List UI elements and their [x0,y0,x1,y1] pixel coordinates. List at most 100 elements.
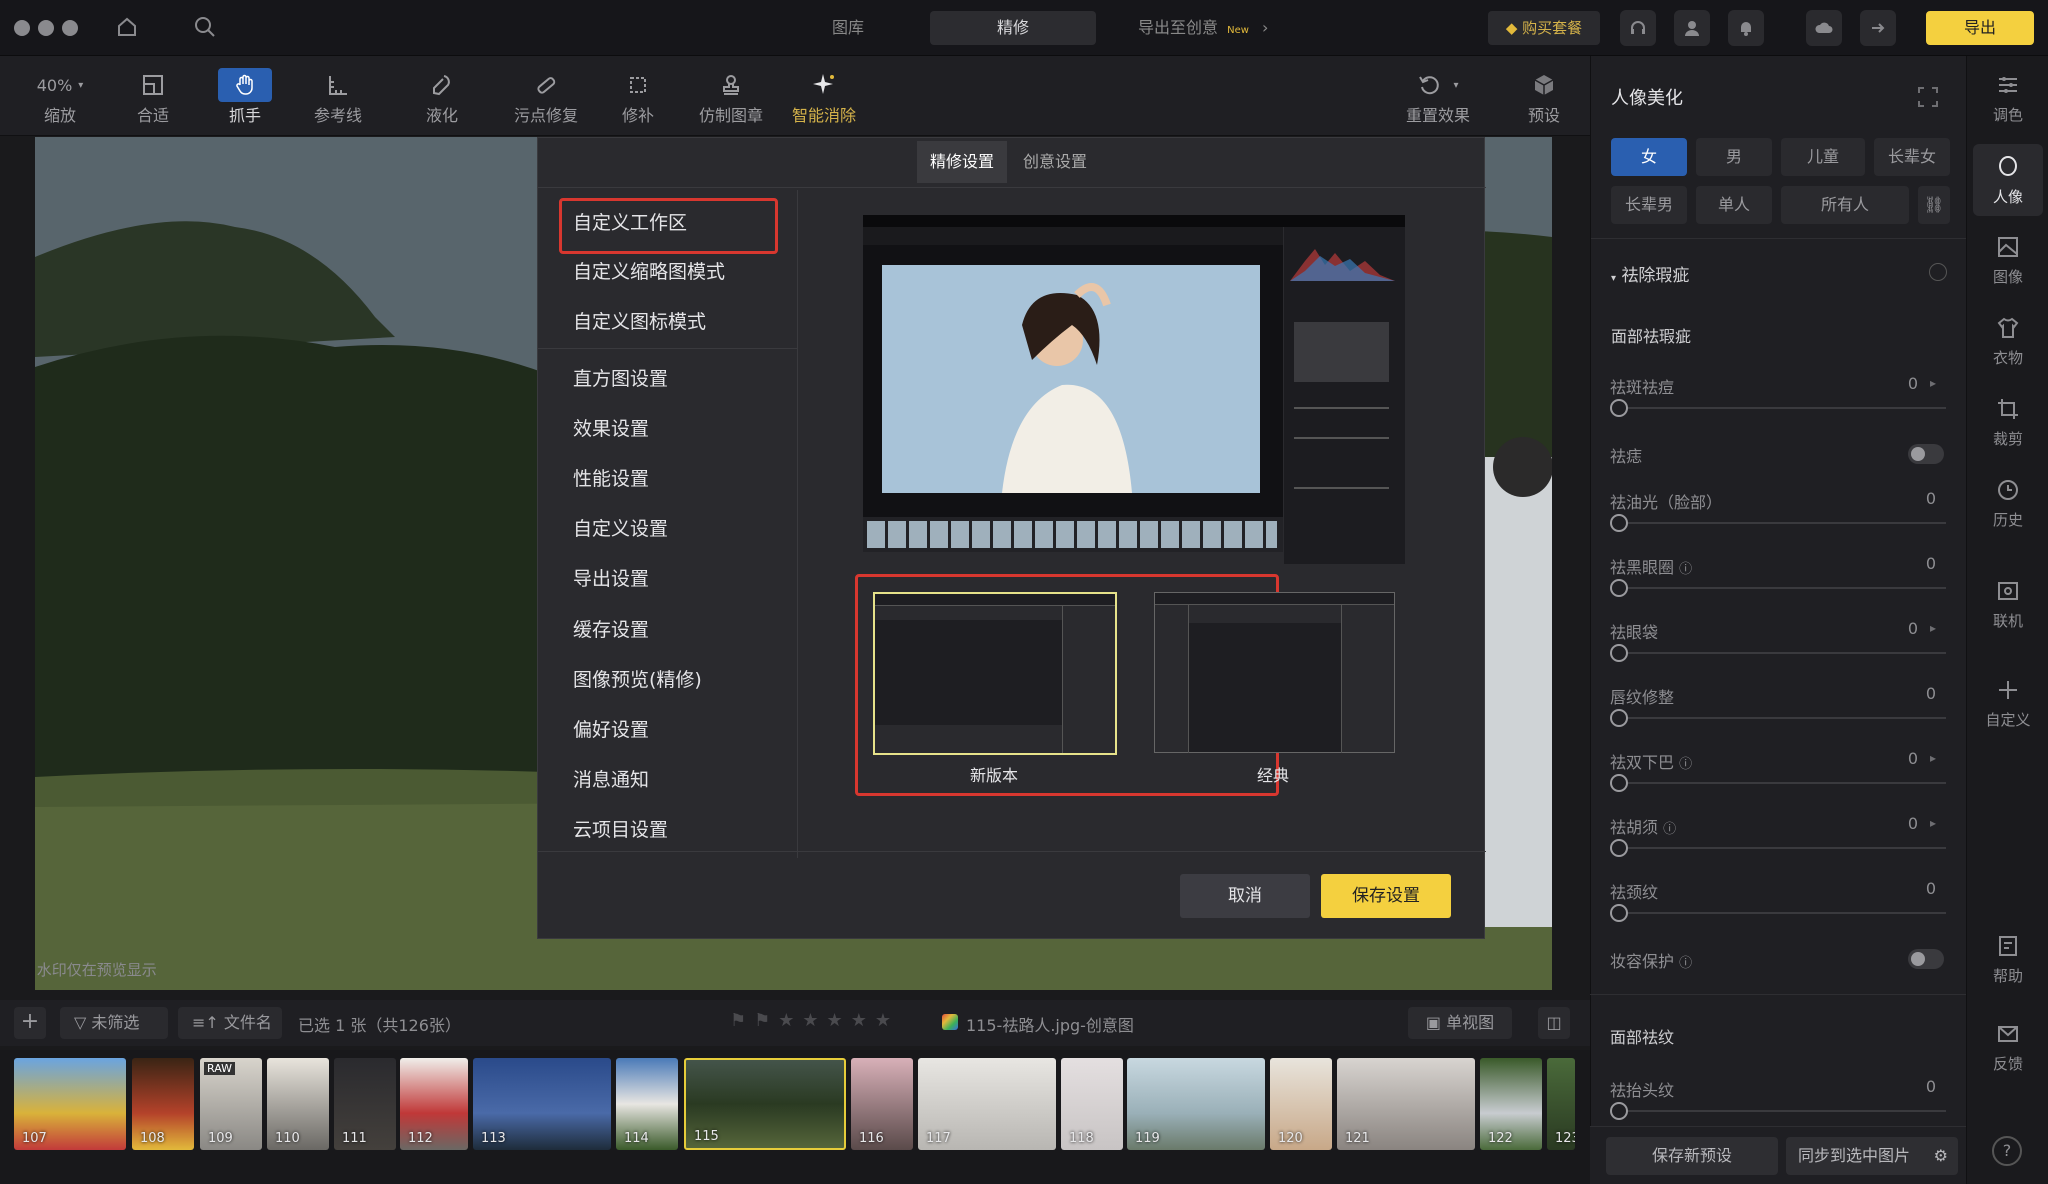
maximize-window-button[interactable] [62,20,78,36]
slider-knob[interactable] [1610,774,1628,792]
patch-tool[interactable]: 修补 [598,62,678,132]
thumbnail[interactable]: 120 [1270,1058,1332,1150]
thumbnail[interactable]: 116 [851,1058,913,1150]
compare-icon[interactable] [1917,86,1939,112]
thumbnail[interactable]: 108 [132,1058,194,1150]
sidebar-item-history[interactable]: 历史 [1967,475,2048,530]
chip-elder-male[interactable]: 长辈男 [1611,186,1687,224]
slider-track[interactable] [1620,912,1946,914]
single-view-button[interactable]: ▣ 单视图 [1408,1007,1512,1039]
sync-selected-button[interactable]: 同步到选中图片 ⚙ [1786,1137,1958,1175]
section-blemish[interactable]: ▾ 祛除瑕疵 [1611,261,1689,286]
slider-knob[interactable] [1610,709,1628,727]
thumbnail[interactable]: 121 [1337,1058,1475,1150]
menu-custom-thumbnail-mode[interactable]: 自定义缩略图模式 [573,257,725,284]
menu-export-settings[interactable]: 导出设置 [573,564,649,591]
gear-icon[interactable]: ⚙ [1934,1137,1948,1175]
menu-image-preview[interactable]: 图像预览(精修) [573,665,702,692]
chip-everyone[interactable]: 所有人 [1781,186,1909,224]
toggle-mole[interactable] [1908,444,1944,464]
bell-icon[interactable] [1728,10,1764,46]
headset-icon[interactable] [1620,10,1656,46]
preset-tool[interactable]: 预设 [1504,62,1584,132]
clone-stamp-tool[interactable]: 仿制图章 [691,62,771,132]
menu-histogram-settings[interactable]: 直方图设置 [573,364,668,391]
color-label-icon[interactable] [942,1014,958,1030]
tab-creative-settings[interactable]: 创意设置 [1007,141,1103,183]
tab-export-creative[interactable]: 导出至创意 New › [1120,11,1280,45]
slider-track[interactable] [1620,1110,1946,1112]
tab-library[interactable]: 图库 [770,11,926,45]
menu-preference-settings[interactable]: 偏好设置 [573,715,649,742]
reset-effect-tool[interactable]: ▾ 重置效果 [1398,62,1478,132]
slider-track[interactable] [1620,522,1946,524]
thumbnail[interactable]: 119 [1127,1058,1265,1150]
sidebar-item-portrait[interactable]: 人像 [1967,152,2048,207]
thumbnail-selected[interactable]: 115 [684,1058,846,1150]
smart-erase-tool[interactable]: 智能消除 [784,62,864,132]
menu-cloud-project-settings[interactable]: 云项目设置 [573,815,668,842]
thumbnail[interactable]: 114 [616,1058,678,1150]
slider-knob[interactable] [1610,579,1628,597]
toggle-makeup-protect[interactable] [1908,949,1944,969]
home-icon[interactable] [116,16,138,42]
sidebar-item-crop[interactable]: 裁剪 [1967,394,2048,449]
minimize-window-button[interactable] [38,20,54,36]
menu-custom-workspace[interactable]: 自定义工作区 [573,208,687,235]
menu-message-notification[interactable]: 消息通知 [573,765,649,792]
thumbnail[interactable]: 112 [400,1058,468,1150]
chip-female[interactable]: 女 [1611,138,1687,176]
liquify-tool[interactable]: 液化 [402,62,482,132]
slider-track[interactable] [1620,407,1946,409]
slider-knob[interactable] [1610,839,1628,857]
menu-performance-settings[interactable]: 性能设置 [573,464,649,491]
thumbnail[interactable]: RAW 109 [200,1058,262,1150]
export-button[interactable]: 导出 [1926,11,2034,45]
sort-button[interactable]: ≡↑ 文件名 [178,1007,282,1039]
tab-retouch-settings[interactable]: 精修设置 [917,141,1007,183]
chip-male[interactable]: 男 [1696,138,1772,176]
thumbnail[interactable]: 111 [334,1058,396,1150]
search-icon[interactable] [194,16,216,42]
slider-track[interactable] [1620,587,1946,589]
slider-track[interactable] [1620,652,1946,654]
cancel-button[interactable]: 取消 [1180,874,1310,918]
sidebar-item-help[interactable]: 帮助 [1967,931,2048,986]
zoom-value[interactable]: 40% ▾ [30,68,90,102]
slider-track[interactable] [1620,717,1946,719]
zoom-tool[interactable]: 40% ▾ 缩放 [20,62,100,132]
hand-tool[interactable]: 抓手 [205,62,285,132]
add-icon[interactable]: + [14,1007,46,1039]
save-preset-button[interactable]: 保存新预设 [1606,1137,1778,1175]
thumbnail[interactable]: 113 [473,1058,611,1150]
slider-knob[interactable] [1610,514,1628,532]
caret-right-icon[interactable]: ▸ [1930,376,1936,390]
sidebar-item-image[interactable]: 图像 [1967,232,2048,287]
fit-tool[interactable]: 合适 [113,62,193,132]
filter-button[interactable]: ▽ 未筛选 [60,1007,168,1039]
link-icon[interactable]: ⛓ [1918,186,1950,224]
section-toggle-icon[interactable] [1929,263,1947,281]
save-settings-button[interactable]: 保存设置 [1321,874,1451,918]
caret-right-icon[interactable]: ▸ [1930,816,1936,830]
sign-out-icon[interactable] [1860,10,1896,46]
slider-knob[interactable] [1610,644,1628,662]
menu-custom-settings[interactable]: 自定义设置 [573,514,668,541]
layout-classic-option[interactable] [1154,592,1395,753]
chip-child[interactable]: 儿童 [1781,138,1865,176]
menu-effect-settings[interactable]: 效果设置 [573,414,649,441]
slider-track[interactable] [1620,782,1946,784]
thumbnail[interactable]: 123 [1547,1058,1575,1150]
guide-tool[interactable]: 参考线 [298,62,378,132]
split-view-icon[interactable]: ◫ [1538,1007,1570,1039]
menu-cache-settings[interactable]: 缓存设置 [573,615,649,642]
thumbnail[interactable]: 118 [1061,1058,1123,1150]
slider-knob[interactable] [1610,904,1628,922]
slider-track[interactable] [1620,847,1946,849]
sidebar-item-clothing[interactable]: 衣物 [1967,313,2048,368]
chip-elder-female[interactable]: 长辈女 [1874,138,1950,176]
menu-custom-icon-mode[interactable]: 自定义图标模式 [573,307,706,334]
thumbnail[interactable]: 110 [267,1058,329,1150]
close-window-button[interactable] [14,20,30,36]
slider-knob[interactable] [1610,1102,1628,1120]
